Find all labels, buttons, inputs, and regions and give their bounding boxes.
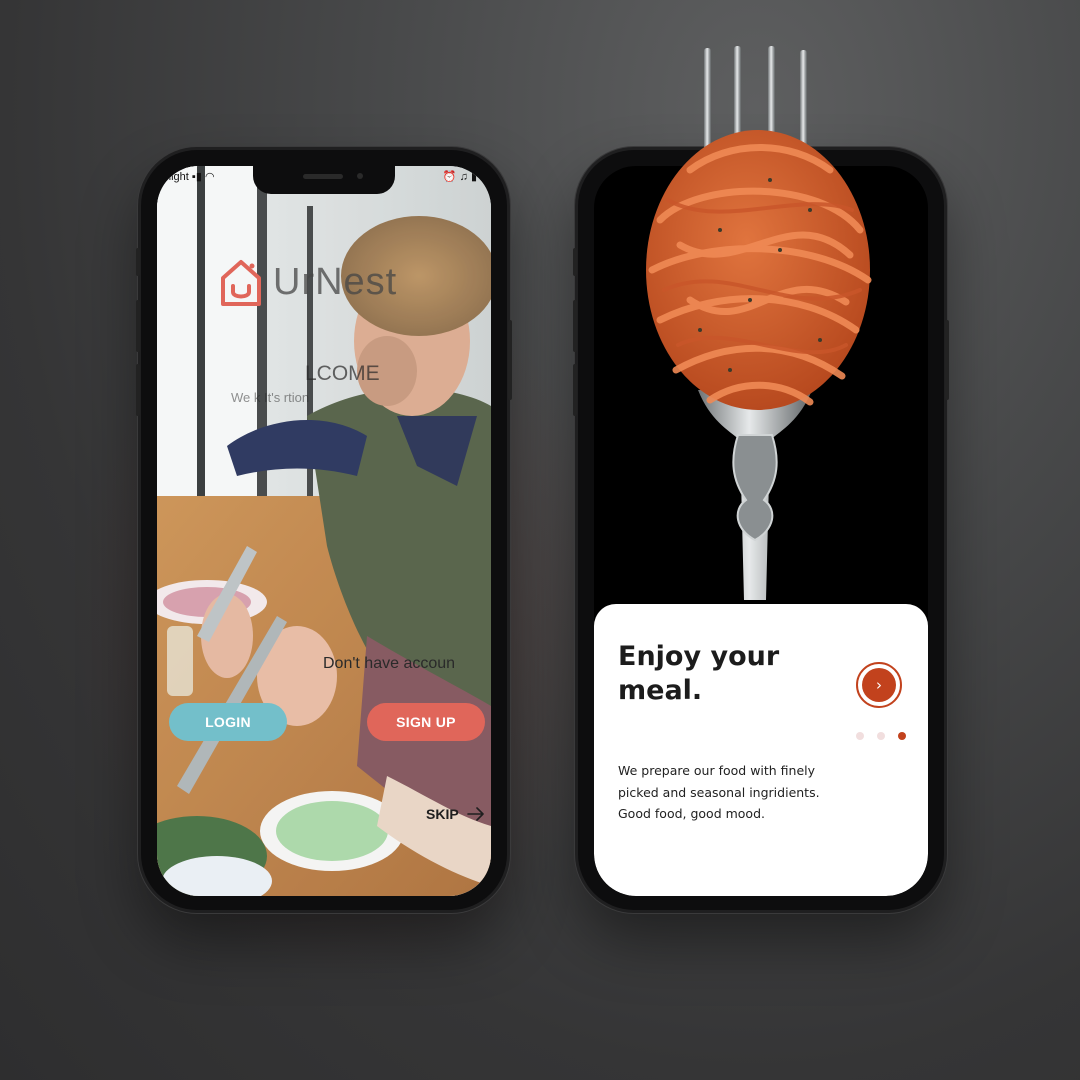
front-camera — [357, 173, 363, 179]
pagination-dot[interactable] — [877, 732, 885, 740]
left-screen: night ▪▮ ◠ ⏰ ♫ ▮ UrNest LCOME We k It's … — [157, 166, 491, 896]
volume-down-button — [573, 364, 577, 416]
mute-switch — [573, 248, 577, 276]
pagination-dots — [856, 732, 906, 740]
onboarding-card: Enjoy your meal. › We prepare our food w… — [594, 604, 928, 896]
earpiece-speaker — [303, 174, 343, 179]
volume-up-button — [136, 300, 140, 352]
left-phone: night ▪▮ ◠ ⏰ ♫ ▮ UrNest LCOME We k It's … — [136, 150, 512, 910]
carrier-label: night — [165, 171, 189, 183]
skip-button[interactable]: SKIP — [426, 806, 485, 822]
no-account-text: Don't have accoun — [323, 655, 456, 672]
battery-icon: ▮ — [470, 171, 477, 183]
welcome-heading: LCOME — [305, 362, 380, 385]
notch — [253, 166, 395, 194]
signup-button[interactable]: SIGN UP — [367, 703, 485, 741]
signal-icon: ▪▮ — [191, 171, 202, 183]
volume-up-button — [573, 300, 577, 352]
pagination-dot-active[interactable] — [898, 732, 906, 740]
pagination-dot[interactable] — [856, 732, 864, 740]
arrow-right-icon — [466, 807, 484, 821]
login-button[interactable]: LOGIN — [169, 703, 287, 741]
brand-name: UrNest — [273, 260, 398, 303]
house-smile-icon — [221, 260, 261, 306]
brand-logo: UrNest — [219, 256, 397, 308]
status-bar-left: night ▪▮ ◠ — [165, 170, 215, 183]
mute-switch — [136, 248, 140, 276]
next-button[interactable]: › — [856, 662, 902, 708]
power-button — [508, 320, 512, 400]
skip-label: SKIP — [426, 806, 459, 822]
power-button — [945, 320, 949, 400]
onboarding-description: We prepare our food with finely picked a… — [618, 763, 820, 821]
status-bar-right: ⏰ ♫ ▮ — [443, 170, 477, 183]
chevron-right-icon: › — [862, 668, 896, 702]
wifi-icon: ◠ — [204, 171, 215, 183]
onboarding-title: Enjoy your meal. — [618, 641, 780, 706]
headphones-icon: ♫ — [459, 171, 468, 183]
alarm-icon: ⏰ — [442, 171, 457, 183]
spaghetti-fork-image — [646, 46, 872, 600]
volume-down-button — [136, 364, 140, 416]
welcome-tagline: We k It's rtion — [231, 390, 310, 405]
